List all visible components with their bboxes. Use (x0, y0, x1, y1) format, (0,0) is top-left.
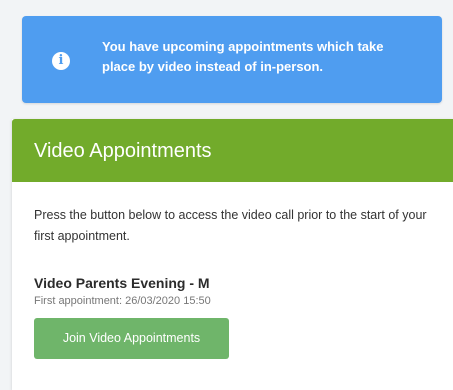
card-header: Video Appointments (12, 119, 453, 182)
card-intro-text: Press the button below to access the vid… (34, 208, 427, 243)
video-appointments-card: Video Appointments Press the button belo… (12, 119, 453, 390)
page: i You have upcoming appointments which t… (0, 0, 453, 390)
info-icon: i (52, 52, 70, 70)
alert-message: You have upcoming appointments which tak… (102, 39, 384, 74)
card-title: Video Appointments (34, 140, 212, 162)
event-name: Video Parents Evening - M (34, 275, 210, 291)
join-video-appointments-button[interactable]: Join Video Appointments (34, 318, 229, 359)
first-appointment-time: First appointment: 26/03/2020 15:50 (34, 295, 211, 307)
video-appointments-alert: i You have upcoming appointments which t… (22, 16, 442, 103)
